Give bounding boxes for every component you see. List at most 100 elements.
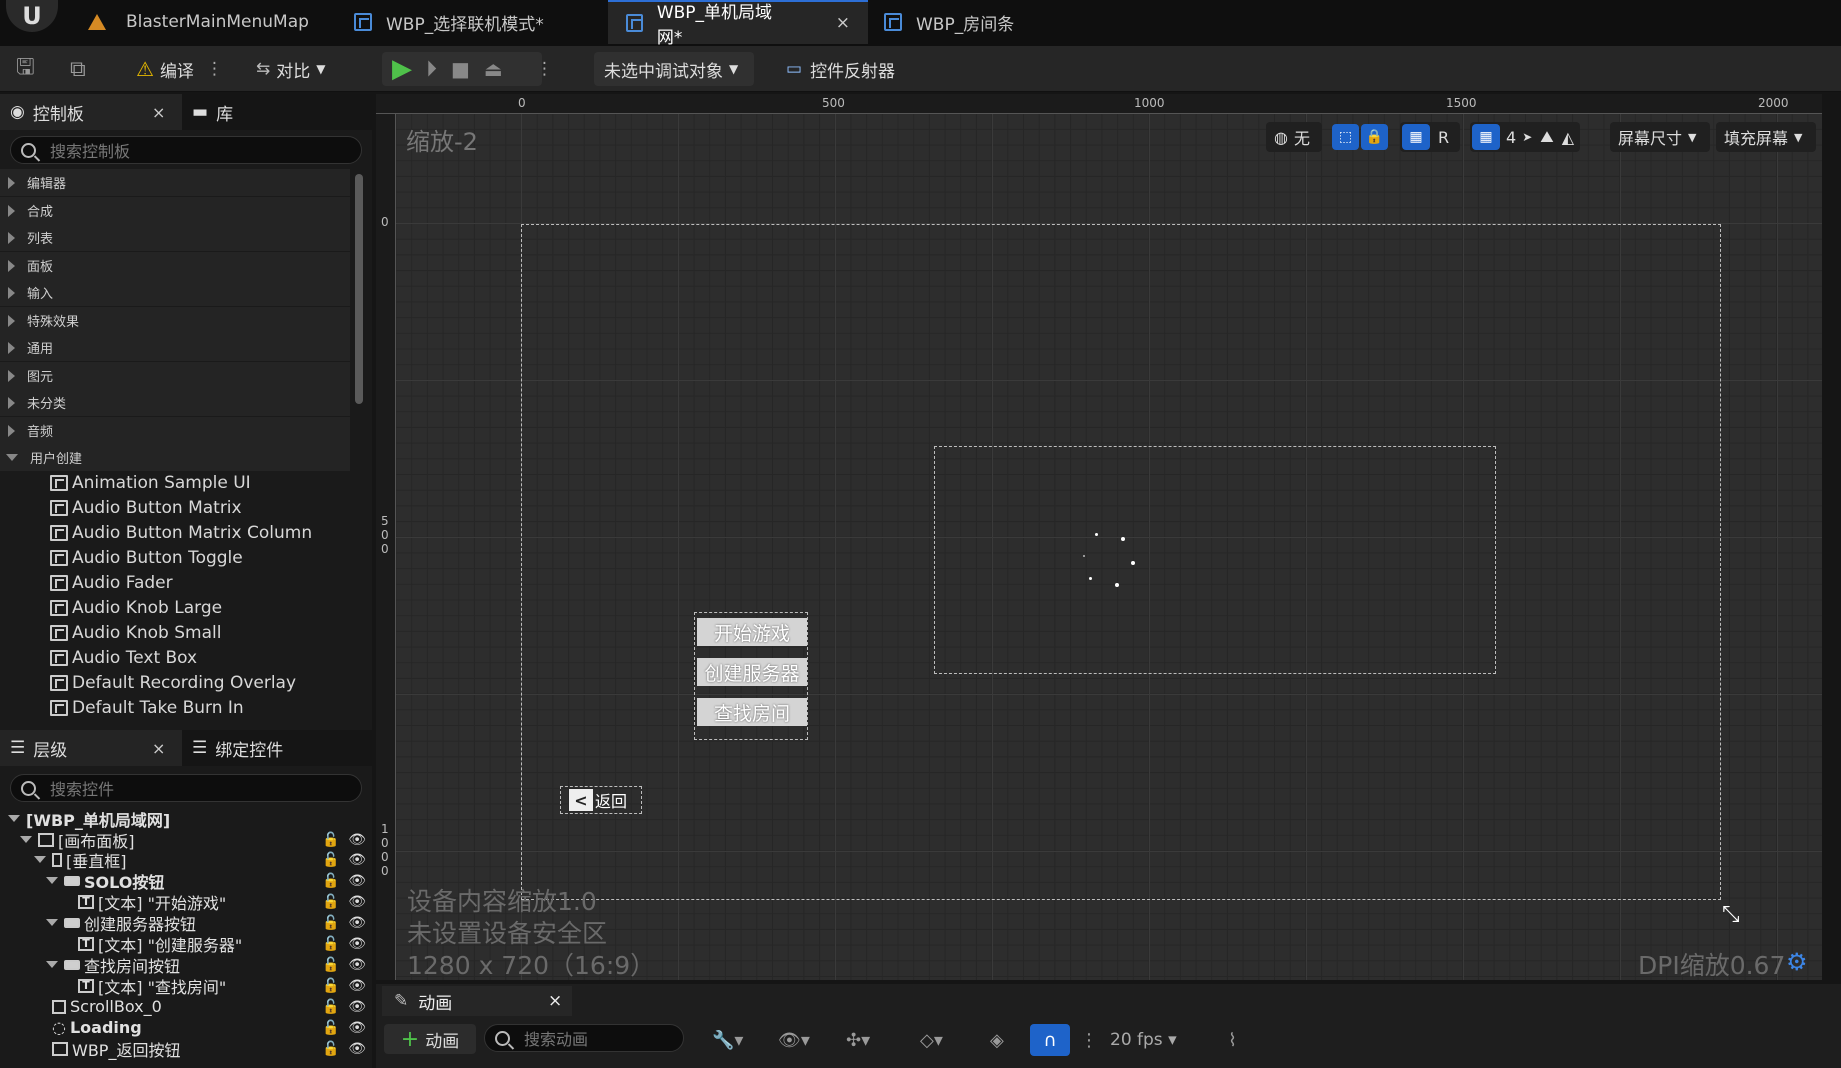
lock-visibility-toggles[interactable]: 🔓 👁 xyxy=(322,996,366,1017)
tab-blaster-main-menu-map[interactable]: BlasterMainMenuMap xyxy=(70,0,327,44)
palette-item[interactable]: Default Recording Overlay xyxy=(50,670,296,695)
palette-category[interactable]: 合成 xyxy=(0,197,350,224)
respect-locks-toggle[interactable]: ▦ R xyxy=(1400,122,1460,152)
dpi-settings-gear-icon[interactable]: ⚙ xyxy=(1786,948,1808,976)
lock-visibility-toggles[interactable]: 🔓 👁 xyxy=(322,1038,366,1059)
palette-item[interactable]: Animation Sample UI xyxy=(50,470,251,495)
play-icon[interactable]: ▶ xyxy=(392,54,412,84)
palette-category[interactable]: 通用 xyxy=(0,334,350,361)
tree-row-button[interactable]: 查找房间按钮 xyxy=(46,954,180,976)
eye-icon[interactable]: 👁▾ xyxy=(778,1030,810,1051)
palette-category[interactable]: 面板 xyxy=(0,252,350,279)
widget-reflector-button[interactable]: ▭ 控件反射器 xyxy=(786,52,895,86)
lock-icon[interactable]: 🔓 xyxy=(322,936,339,952)
safe-zone-toggle[interactable]: ⬚ 🔒 xyxy=(1330,122,1390,152)
back-button[interactable]: < 返回 xyxy=(560,786,642,814)
fps-selector[interactable]: 20 fps ▾ xyxy=(1110,1030,1177,1050)
palette-item[interactable]: Audio Knob Large xyxy=(50,595,222,620)
lock-visibility-toggles[interactable]: 🔓 👁 xyxy=(322,954,366,975)
palette-item[interactable]: Audio Knob Small xyxy=(50,620,221,645)
eye-icon[interactable]: 👁 xyxy=(348,999,366,1015)
tree-row-scrollbox[interactable]: ScrollBox_0 xyxy=(52,996,162,1017)
cursor-icon[interactable]: ➤ xyxy=(1522,130,1532,144)
mirror-icon[interactable]: ◭ xyxy=(1562,128,1574,147)
lock-icon[interactable]: 🔓 xyxy=(322,1020,339,1036)
animation-search-input[interactable]: 搜索动画 xyxy=(484,1024,684,1052)
palette-scrollbar[interactable] xyxy=(355,174,363,404)
transform-icon[interactable]: ✣▾ xyxy=(846,1030,870,1051)
tab-animation[interactable]: ✎ 动画 × xyxy=(382,986,572,1016)
resize-handle-icon[interactable]: ⤡ xyxy=(1722,902,1740,927)
scrollbox-outline[interactable] xyxy=(934,446,1496,674)
grid-snap-controls[interactable]: ▦ 4 ➤ ⛰ ◭ xyxy=(1470,122,1580,152)
diff-button[interactable]: ⇆ 对比 ▼ xyxy=(256,52,325,86)
lock-icon[interactable]: 🔓 xyxy=(322,999,339,1015)
tree-row-text[interactable]: T [文本] "开始游戏" xyxy=(78,891,226,913)
more-options-icon[interactable]: ⋮ xyxy=(1080,1030,1098,1051)
lock-icon[interactable]: 🔓 xyxy=(322,978,339,994)
eye-icon[interactable]: 👁 xyxy=(348,1020,366,1036)
tab-wbp-room-bar[interactable]: WBP_房间条 xyxy=(866,0,1032,44)
lock-visibility-toggles[interactable]: 🔓 👁 xyxy=(322,870,366,891)
lock-visibility-toggles[interactable]: 🔓 👁 xyxy=(322,829,366,850)
eye-icon[interactable]: 👁 xyxy=(348,852,366,868)
palette-category[interactable]: 编辑器 xyxy=(0,169,350,196)
palette-item[interactable]: Audio Button Matrix Column xyxy=(50,520,312,545)
tree-row-root[interactable]: [WBP_单机局域网] xyxy=(8,808,170,830)
tree-row-text[interactable]: T [文本] "查找房间" xyxy=(78,975,226,997)
tree-row-button[interactable]: 创建服务器按钮 xyxy=(46,912,196,934)
lock-visibility-toggles[interactable]: 🔓 👁 xyxy=(322,1017,366,1038)
create-server-button[interactable]: 创建服务器 xyxy=(697,658,807,686)
save-icon[interactable]: 🖫 xyxy=(16,52,35,86)
keyframe-icon[interactable]: ◇▾ xyxy=(920,1030,943,1051)
palette-category[interactable]: 未分类 xyxy=(0,389,350,416)
tree-row-back-button[interactable]: WBP_返回按钮 xyxy=(52,1038,180,1060)
lock-visibility-toggles[interactable]: 🔓 👁 xyxy=(322,849,366,870)
lock-icon[interactable]: 🔓 xyxy=(322,957,339,973)
start-game-button[interactable]: 开始游戏 xyxy=(697,618,807,646)
advance-frame-icon[interactable]: ⏵ xyxy=(426,57,437,82)
lock-visibility-toggles[interactable]: 🔓 👁 xyxy=(322,891,366,912)
screen-size-dropdown[interactable]: 屏幕尺寸 ▼ xyxy=(1610,122,1710,152)
more-options-icon[interactable]: ⋮ xyxy=(206,59,223,79)
tree-row-loading[interactable]: ◌ Loading xyxy=(52,1017,142,1038)
lock-icon[interactable]: 🔓 xyxy=(322,852,339,868)
wrench-icon[interactable]: 🔧▾ xyxy=(712,1030,743,1051)
dotted-frame-icon[interactable]: ⬚ xyxy=(1332,124,1359,150)
tab-wbp-select-mode[interactable]: WBP_选择联机模式* xyxy=(336,0,562,44)
tree-row-vbox[interactable]: [垂直框] xyxy=(34,849,127,871)
eye-icon[interactable]: 👁 xyxy=(348,832,366,848)
close-tab-icon[interactable]: × xyxy=(836,13,850,33)
fill-screen-dropdown[interactable]: 填充屏幕 ▼ xyxy=(1716,122,1816,152)
close-palette-icon[interactable]: × xyxy=(152,103,165,122)
layout-icon[interactable]: ▦ xyxy=(1402,124,1430,150)
add-animation-button[interactable]: + 动画 xyxy=(384,1024,476,1054)
browse-icon[interactable]: ⧉ xyxy=(70,52,86,86)
eye-icon[interactable]: 👁 xyxy=(348,894,366,910)
debug-object-select[interactable]: 未选中调试对象 ▼ xyxy=(594,52,754,86)
lock-icon[interactable]: 🔒 xyxy=(1361,124,1388,150)
lock-icon[interactable]: 🔓 xyxy=(322,873,339,889)
palette-category[interactable]: 音频 xyxy=(0,417,350,444)
eye-icon[interactable]: 👁 xyxy=(348,936,366,952)
lock-icon[interactable]: 🔓 xyxy=(322,894,339,910)
eye-icon[interactable]: 👁 xyxy=(348,1041,366,1057)
lock-visibility-toggles[interactable]: 🔓 👁 xyxy=(322,912,366,933)
palette-item[interactable]: Audio Fader xyxy=(50,570,173,595)
eye-icon[interactable]: 👁 xyxy=(348,873,366,889)
palette-category[interactable]: 特殊效果 xyxy=(0,307,350,334)
palette-category[interactable]: 输入 xyxy=(0,279,350,306)
palette-category[interactable]: 列表 xyxy=(0,224,350,251)
unreal-logo-icon[interactable]: U xyxy=(6,0,58,32)
localization-preview[interactable]: ◍ 无 xyxy=(1266,122,1322,152)
play-options-icon[interactable]: ⋮ xyxy=(536,52,553,86)
tree-row-button[interactable]: SOLO按钮 xyxy=(46,870,164,892)
close-hierarchy-icon[interactable]: × xyxy=(152,739,165,758)
lock-icon[interactable]: 🔓 xyxy=(322,832,339,848)
find-room-button[interactable]: 查找房间 xyxy=(697,698,807,726)
eye-icon[interactable]: 👁 xyxy=(348,915,366,931)
stop-icon[interactable]: ■ xyxy=(451,57,470,81)
tree-row-text[interactable]: T [文本] "创建服务器" xyxy=(78,933,242,955)
lock-icon[interactable]: 🔓 xyxy=(322,915,339,931)
eye-icon[interactable]: 👁 xyxy=(348,978,366,994)
